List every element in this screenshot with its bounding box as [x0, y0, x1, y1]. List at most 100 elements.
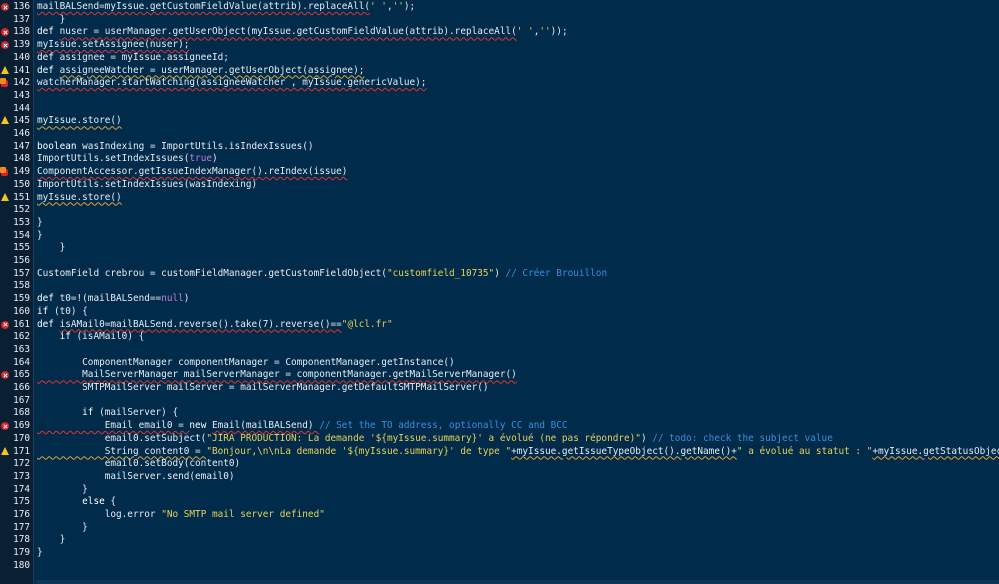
line-number: 159 [13, 293, 30, 305]
line-number: 174 [13, 483, 30, 495]
code-line[interactable] [37, 344, 999, 357]
gutter-row: 152 [0, 204, 33, 217]
code-token: '' [539, 26, 551, 38]
line-number: 161 [13, 318, 30, 330]
line-number: 163 [13, 343, 30, 355]
code-line[interactable]: email0.setSubject("JIRA PRODUCTION: La d… [37, 433, 999, 446]
code-line[interactable]: String content0 = "Bonjour,\n\nLa demand… [37, 446, 999, 459]
error-icon[interactable] [1, 320, 9, 329]
code-line[interactable]: mailServer.send(email0) [37, 471, 999, 484]
code-line[interactable]: } [37, 217, 999, 230]
gutter-row: 156 [0, 255, 33, 268]
line-number: 164 [13, 356, 30, 368]
code-editor[interactable]: 136 137 138 139 140 141 142 143 144 145 146 147 148 1… [0, 0, 999, 584]
code-line[interactable]: watcherManager.startWatching(assigneeWat… [37, 77, 999, 90]
code-line[interactable]: if (t0) { [37, 306, 999, 319]
warning-icon[interactable] [1, 446, 9, 455]
gutter-row: 155 [0, 242, 33, 255]
code-token: if [37, 331, 77, 343]
code-line[interactable]: } [37, 230, 999, 243]
code-line[interactable]: } [37, 14, 999, 27]
gutter-row: 158 [0, 280, 33, 293]
line-number-gutter: 136 137 138 139 140 141 142 143 144 145 146 147 148 1… [0, 0, 34, 584]
code-line[interactable]: ImportUtils.setIndexIssues(true) [37, 153, 999, 166]
code-token: email0.setBody(content0) [37, 458, 241, 470]
code-line[interactable]: def assigneeWatcher = userManager.getUse… [37, 65, 999, 78]
gutter-row: 154 [0, 230, 33, 243]
gutter-row: 141 [0, 65, 33, 78]
code-token: def [37, 293, 60, 305]
code-line[interactable]: myIssue.store() [37, 115, 999, 128]
code-token: "No SMTP mail server defined" [161, 509, 325, 520]
code-token: +myIssue.getStatusObject().getName()+" [872, 445, 999, 457]
code-line[interactable]: MailServerManager mailServerManager = co… [37, 369, 999, 382]
code-line[interactable]: myIssue.store() [37, 192, 999, 205]
error-icon[interactable] [1, 28, 9, 37]
horizontal-scrollbar[interactable] [36, 580, 999, 584]
code-line[interactable] [37, 560, 999, 573]
error-icon[interactable] [1, 371, 9, 380]
multiple-errors-icon[interactable] [0, 78, 8, 88]
gutter-row: 167 [0, 395, 33, 408]
code-token: null [161, 293, 184, 305]
code-line[interactable] [37, 90, 999, 103]
code-line[interactable]: } [37, 522, 999, 535]
code-token: } [37, 483, 88, 495]
code-line[interactable]: SMTPMailServer mailServer = mailServerMa… [37, 382, 999, 395]
code-line[interactable] [37, 103, 999, 116]
code-token: // todo: check the subject value [652, 432, 833, 444]
code-line[interactable]: ComponentAccessor.getIssueIndexManager()… [37, 166, 999, 179]
code-line[interactable]: mailBALSend=myIssue.getCustomFieldValue(… [37, 1, 999, 14]
gutter-row: 171 [0, 446, 33, 459]
warning-icon[interactable] [1, 192, 9, 201]
code-line[interactable]: log.error "No SMTP mail server defined" [37, 509, 999, 522]
code-line[interactable]: } [37, 484, 999, 497]
warning-icon[interactable] [1, 65, 9, 74]
code-line[interactable] [37, 395, 999, 408]
code-line[interactable] [37, 204, 999, 217]
code-token: ' ' [516, 26, 534, 38]
error-icon[interactable] [1, 3, 9, 11]
code-line[interactable]: boolean wasIndexing = ImportUtils.isInde… [37, 141, 999, 154]
line-number: 137 [13, 13, 30, 25]
code-token: ' ' [370, 1, 387, 12]
code-line[interactable]: def t0=!(mailBALSend==null) [37, 293, 999, 306]
code-area[interactable]: mailBALSend=myIssue.getCustomFieldValue(… [37, 0, 999, 584]
error-icon[interactable] [1, 41, 9, 50]
line-number: 149 [13, 166, 30, 178]
code-line[interactable]: Email email0 = new Email(mailBALSend) //… [37, 420, 999, 433]
line-number: 177 [13, 521, 30, 533]
code-token: MailServerManager mailServerManager = co… [37, 369, 517, 381]
code-line[interactable]: CustomField crebrou = customFieldManager… [37, 268, 999, 281]
gutter-row: 140 [0, 52, 33, 65]
code-line[interactable] [37, 128, 999, 141]
line-number: 142 [13, 77, 30, 89]
code-line[interactable] [37, 255, 999, 268]
gutter-row: 165 [0, 369, 33, 382]
code-line[interactable]: else { [37, 496, 999, 509]
multiple-errors-icon[interactable] [0, 167, 8, 177]
gutter-row: 169 [0, 420, 33, 433]
code-line[interactable]: ComponentManager componentManager = Comp… [37, 357, 999, 370]
gutter-row: 142 [0, 77, 33, 90]
code-line[interactable]: if (isAMail0) { [37, 331, 999, 344]
code-token: '' [392, 1, 404, 12]
code-line[interactable]: email0.setBody(content0) [37, 458, 999, 471]
code-line[interactable]: def isAMail0=mailBALSend.reverse().take(… [37, 319, 999, 332]
code-line[interactable]: if (mailServer) { [37, 407, 999, 420]
line-number: 138 [13, 26, 30, 38]
code-line[interactable]: } [37, 547, 999, 560]
code-token: ) [183, 293, 190, 305]
code-token: " a évolué au statut : " [736, 445, 873, 457]
code-line[interactable] [37, 280, 999, 293]
warning-icon[interactable] [1, 116, 9, 125]
code-line[interactable]: ImportUtils.setIndexIssues(wasIndexing) [37, 179, 999, 192]
code-token: new [189, 420, 212, 432]
code-line[interactable]: } [37, 534, 999, 547]
code-line[interactable]: def nuser = userManager.getUserObject(my… [37, 26, 999, 39]
code-token: } [37, 547, 43, 559]
code-line[interactable]: def assignee = myIssue.assigneeId; [37, 52, 999, 65]
code-line[interactable]: } [37, 242, 999, 255]
error-icon[interactable] [1, 422, 9, 431]
code-line[interactable]: myIssue.setAssignee(nuser); [37, 39, 999, 52]
